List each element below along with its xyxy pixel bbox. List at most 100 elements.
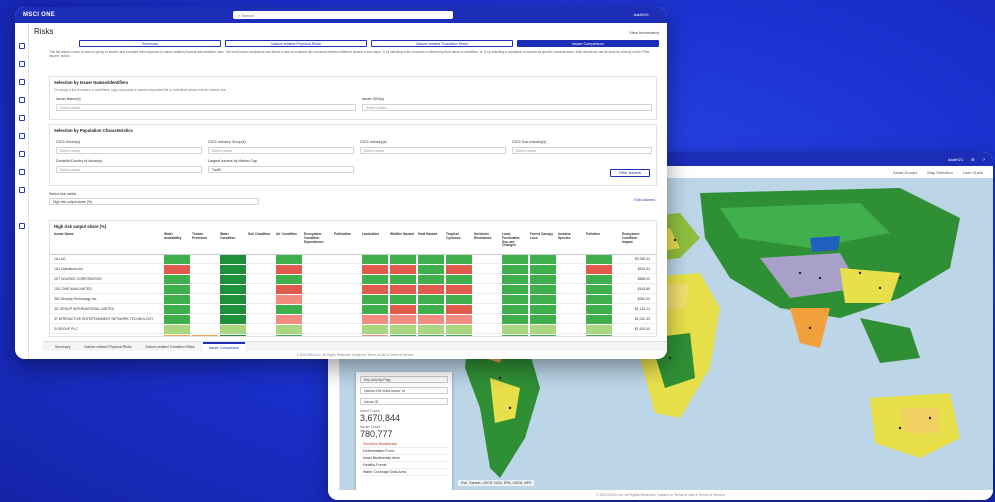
risk-cell (418, 305, 444, 314)
risk-cell (362, 315, 388, 324)
risk-cell (164, 275, 190, 284)
col-header[interactable]: Forest Canopy Loss (530, 232, 554, 241)
layer-item[interactable]: Sensitive Biodiversity (360, 441, 448, 448)
bottom-tab-summary[interactable]: Summary (49, 342, 76, 351)
issuer-name-cell: 1&1 AG (54, 257, 66, 261)
select-issuer-id-type[interactable]: Nature-UN India Issuer Id (360, 387, 448, 394)
col-header[interactable]: Issuer Name (54, 232, 74, 237)
domicile-input[interactable]: Select values (56, 166, 202, 173)
col-header[interactable]: Landslides (362, 232, 386, 237)
table-row[interactable]: 1&1 Operations Inc $619.44 (50, 265, 656, 274)
risk-cell (502, 315, 528, 324)
risk-cell (390, 305, 416, 314)
risk-cell (530, 295, 556, 304)
layer-item[interactable]: Deforestation Front (360, 448, 448, 455)
hierarchy-icon[interactable] (19, 133, 25, 139)
document-icon[interactable] (19, 169, 25, 175)
risk-cell (418, 285, 444, 294)
search-input[interactable]: ⌕ Search (233, 11, 453, 19)
gics-industry-group-input[interactable]: Select values (208, 147, 354, 154)
map-user-name[interactable]: AadiH21 (948, 157, 963, 162)
risk-cell (220, 255, 246, 264)
market-cap-input[interactable]: Top50 (208, 166, 354, 173)
tab-summary[interactable]: Summary (79, 40, 221, 47)
home-icon[interactable] (19, 43, 25, 49)
risk-cell (502, 335, 528, 336)
issuer-name-cell: 1SG ONE NAM LIMITED (54, 287, 92, 291)
risk-cell (502, 305, 528, 314)
table-row[interactable]: 37 INTERACTIVE ENTERTAINMENT NETWORK TEC… (50, 315, 656, 324)
issuer-name-cell: 3I1 GROUP INTERNATIONAL LIMITED (54, 307, 115, 311)
metric-label: Select risk metric (49, 192, 77, 196)
app-logo[interactable]: MSCI ONE (23, 12, 55, 18)
grid-icon[interactable] (19, 61, 25, 67)
layer-item[interactable]: Intact Biodiversity Area (360, 455, 448, 462)
col-header[interactable]: Tropical Cyclones (446, 232, 470, 241)
view-information-link[interactable]: View Information (629, 30, 659, 35)
table-row[interactable]: 3I1 GROUP INTERNATIONAL LIMITED $1,143.14 (50, 305, 656, 314)
tab-transition-risks[interactable]: Nature-related Transition Risks (371, 40, 513, 47)
bottom-tab-physical[interactable]: Nature-related Physical Risks (78, 342, 137, 351)
metric-select[interactable]: High risk output share (%) (49, 198, 259, 205)
col-header[interactable]: Pollution (586, 232, 612, 237)
select-issuer-id[interactable]: Issuer ID (360, 398, 448, 405)
table-icon[interactable] (19, 187, 25, 193)
table-row[interactable]: 360 Security Technology Inc. $340.00 (50, 295, 656, 304)
table-title: High risk output share (%) (54, 224, 107, 229)
user-name[interactable]: AadiH21 (634, 12, 649, 17)
issuer-name-input[interactable]: Select values (56, 104, 356, 111)
col-header[interactable]: Ecosystem Condition Impact (622, 232, 646, 244)
table-row[interactable]: 1ST SOURCE CORPORATION $568.22 (50, 275, 656, 284)
calendar-icon[interactable] (19, 97, 25, 103)
col-header[interactable]: Air Condition (276, 232, 300, 237)
risk-tabs: Summary Nature-related Physical Risks Na… (79, 40, 659, 47)
map-attribution: Esri, Garmin, USGS, NGA, EPA, USDA, NPS (458, 480, 535, 486)
settings-icon[interactable] (19, 223, 25, 229)
col-header[interactable]: Invasive Species (558, 232, 582, 241)
risk-cell (502, 285, 528, 294)
bottom-tab-transition[interactable]: Nature-related Transition Risks (140, 342, 201, 351)
risk-cell (164, 335, 190, 336)
select-key-activity[interactable]: Key Activity Flag (360, 376, 448, 383)
col-header[interactable]: Ecosystem Condition Dependence (304, 232, 330, 244)
filter-issuers-button[interactable]: Filter Issuers (610, 169, 650, 177)
risk-cell (586, 305, 612, 314)
map-help-icon[interactable]: ? (983, 157, 985, 162)
layer-item[interactable]: Healthy Forest (360, 462, 448, 469)
risk-cell (390, 325, 416, 334)
table-row[interactable]: 1&1 AG $3,339.44 (50, 255, 656, 264)
left-nav-rail (15, 23, 29, 359)
toolbar-map-selection[interactable]: Map Selection (927, 170, 952, 175)
risk-cell (446, 325, 472, 334)
table-row[interactable]: 1SG ONE NAM LIMITED $163.89 (50, 285, 656, 294)
globe-icon[interactable] (19, 79, 25, 85)
bottom-tab-issuer-comparison[interactable]: Issuer Comparison (202, 342, 246, 351)
risk-cell (446, 295, 472, 304)
toolbar-asset-groups[interactable]: Asset Groups (893, 170, 917, 175)
gics-sector-input[interactable]: Select values (56, 147, 202, 154)
risk-cell (446, 275, 472, 284)
map-settings-icon[interactable]: ⚙ (971, 157, 975, 162)
col-header[interactable]: Timber Provision (192, 232, 216, 241)
app-topbar: MSCI ONE ⌕ Search AadiH21 (15, 7, 667, 23)
tab-issuer-comparison[interactable]: Issuer Comparison (517, 40, 659, 47)
bar-chart-icon[interactable] (19, 151, 25, 157)
edit-columns-link[interactable]: Edit columns (634, 198, 655, 202)
col-header[interactable]: Heat Hazard (418, 232, 442, 237)
col-header[interactable]: Soil Condition (248, 232, 272, 237)
col-header[interactable]: Water Condition (220, 232, 244, 241)
gics-industry-input[interactable]: Select values (360, 147, 506, 154)
issuer-isin-input[interactable]: Select values (362, 104, 652, 111)
table-row[interactable]: 3M COMPANY$32,641.00 (50, 335, 656, 336)
col-header[interactable]: Water Availability (164, 232, 188, 241)
col-header[interactable]: Land, Freshwater, Sea use Changes (502, 232, 526, 248)
chart-icon[interactable] (19, 115, 25, 121)
layer-item[interactable]: Water Coverage Data Area (360, 469, 448, 476)
col-header[interactable]: Herbicide Resistance (474, 232, 500, 241)
gics-sub-industry-input[interactable]: Select values (512, 147, 652, 154)
tab-physical-risks[interactable]: Nature-related Physical Risks (225, 40, 367, 47)
col-header[interactable]: Wildfire Hazard (390, 232, 414, 237)
table-row[interactable]: 3I GROUP PLC $1,620.00 (50, 325, 656, 334)
toolbar-user-guide[interactable]: User Guide (963, 170, 983, 175)
col-header[interactable]: Pollination (334, 232, 358, 237)
